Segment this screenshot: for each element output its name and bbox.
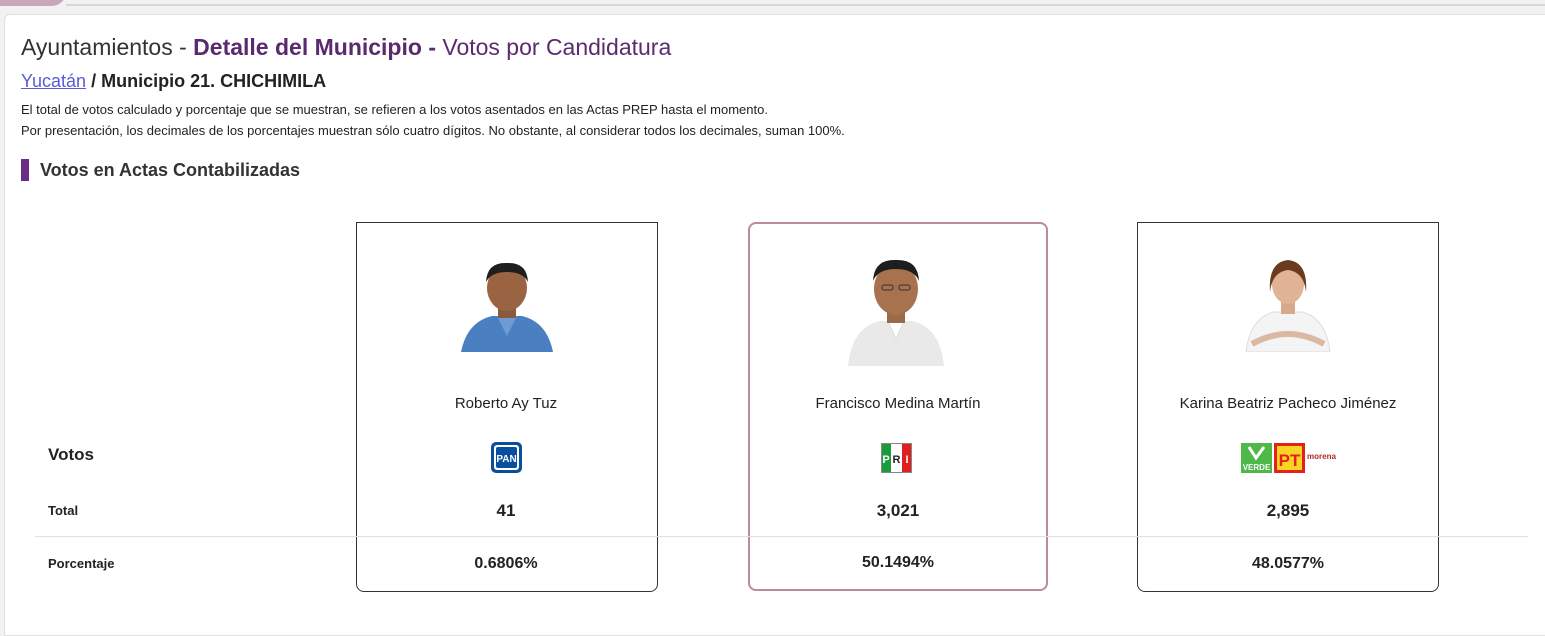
- top-divider: [66, 4, 1545, 6]
- pan-logo-text: PAN: [496, 454, 516, 465]
- section-accent-bar: [21, 159, 29, 181]
- candidate-photo: [457, 252, 557, 352]
- content-panel: Ayuntamientos - Detalle del Municipio - …: [4, 14, 1545, 636]
- candidate-photo: [846, 245, 946, 366]
- pan-logo-icon: PAN: [491, 442, 522, 478]
- row-label-votos: Votos: [48, 445, 94, 464]
- breadcrumb-municipio: Municipio 21. CHICHIMILA: [101, 71, 327, 91]
- candidate-name: Roberto Ay Tuz: [454, 395, 558, 412]
- pri-logo-r: R: [893, 454, 901, 466]
- page-title: Ayuntamientos - Detalle del Municipio - …: [21, 32, 671, 62]
- top-tab[interactable]: [0, 0, 66, 6]
- row-label-porcentaje: Porcentaje: [48, 556, 115, 571]
- row-label-total: Total: [48, 503, 79, 518]
- candidate-total: 2,895: [1266, 501, 1310, 520]
- candidate-name: Karina Beatriz Pacheco Jiménez: [1179, 395, 1397, 412]
- title-suffix: Votos por Candidatura: [435, 34, 672, 60]
- candidate-total: 3,021: [876, 501, 920, 520]
- candidate-name: Francisco Medina Martín: [815, 395, 981, 412]
- breadcrumb-separator: /: [86, 71, 102, 91]
- candidate-percent: 48.0577%: [1251, 555, 1325, 572]
- candidate-percent: 0.6806%: [474, 555, 538, 572]
- candidate-photo: [1238, 252, 1338, 352]
- note-decimals-info: Por presentación, los decimales de los p…: [21, 123, 845, 138]
- morena-logo-text: morena: [1307, 452, 1336, 461]
- candidate-percent: 50.1494%: [861, 554, 935, 571]
- pt-logo-text: PT: [1279, 451, 1301, 470]
- row-divider: [35, 536, 1528, 537]
- note-votes-info: El total de votos calculado y porcentaje…: [21, 102, 768, 117]
- section-title: Votos en Actas Contabilizadas: [40, 160, 301, 180]
- candidate-total: 41: [496, 501, 516, 520]
- title-strong: Detalle del Municipio -: [193, 34, 436, 60]
- verde-pt-morena-logo-icon: VERDE PT morena: [1241, 443, 1339, 478]
- pri-logo-i: I: [905, 454, 908, 466]
- verde-logo-text: VERDE: [1243, 463, 1271, 472]
- pri-logo-p: P: [882, 454, 889, 466]
- pri-logo-icon: P R I: [881, 443, 912, 478]
- breadcrumb: Yucatán / Municipio 21. CHICHIMILA: [21, 69, 326, 93]
- title-prefix: Ayuntamientos -: [21, 34, 194, 60]
- breadcrumb-state-link[interactable]: Yucatán: [21, 71, 86, 91]
